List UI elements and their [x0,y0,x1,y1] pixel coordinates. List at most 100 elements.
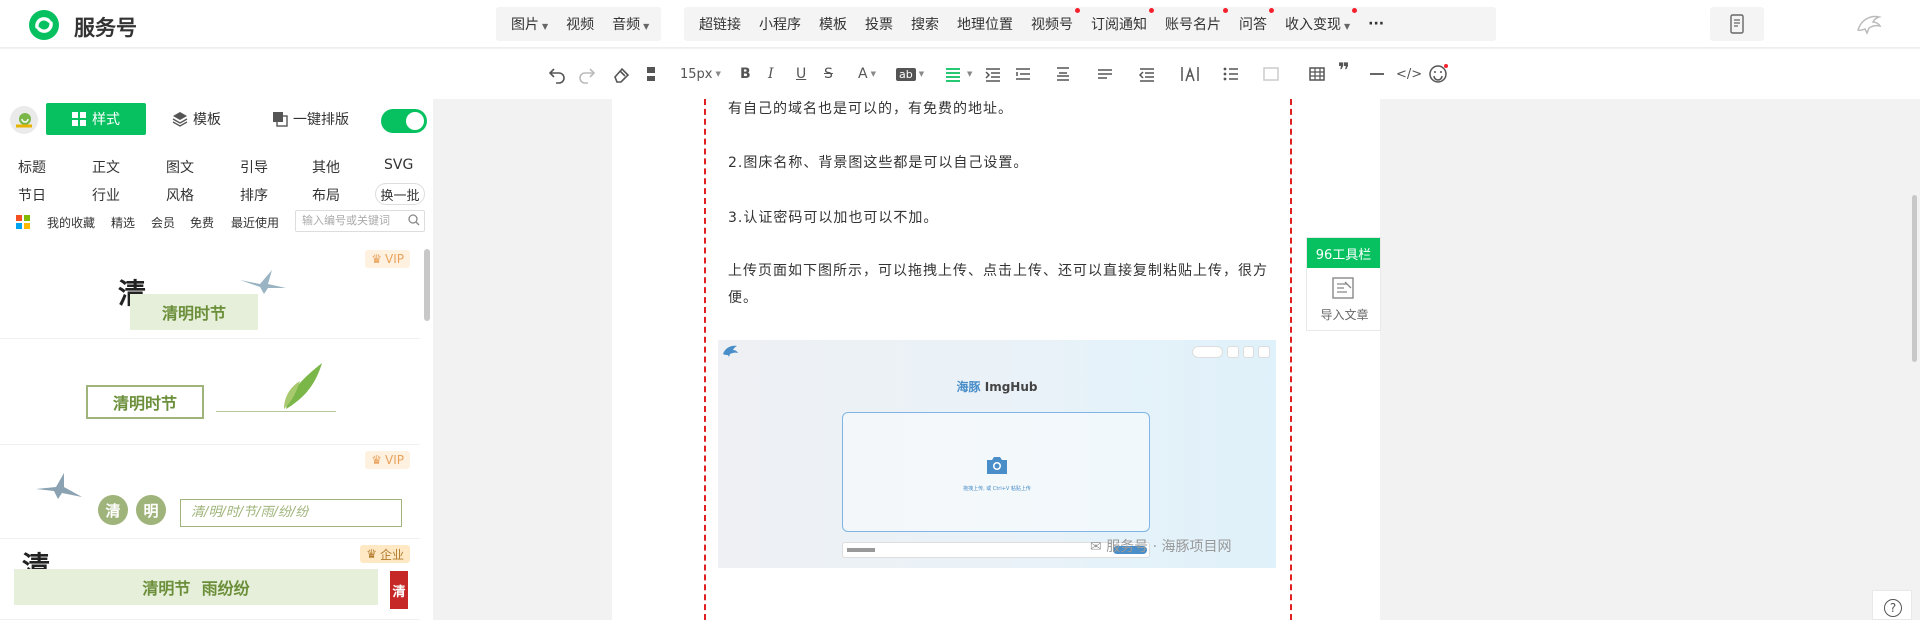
format-painter-icon[interactable] [642,63,660,85]
font-color-icon[interactable]: A ▼ [858,63,876,85]
brand-title: 服务号 [74,16,137,40]
category-industry[interactable]: 行业 [92,185,120,205]
tab-style[interactable]: 样式 [46,103,146,135]
emoji-icon[interactable] [1428,63,1448,85]
align-dropdown[interactable]: ▼ [964,63,972,85]
menu-subscribe-notice[interactable]: 订阅通知 [1082,8,1156,34]
dolphin-logo-icon [723,345,738,357]
template-card[interactable]: ♛ VIP 清 明 清/明/时/节/雨/纷/纷 [0,445,420,539]
align-justify-icon[interactable] [944,63,962,85]
category-style[interactable]: 风格 [166,185,194,205]
menu-search[interactable]: 搜索 [902,14,948,34]
highlight-icon[interactable]: ab ▼ [896,63,924,85]
category-body[interactable]: 正文 [92,157,120,177]
category-svg[interactable]: SVG [384,157,413,173]
notification-dot [1149,8,1154,13]
text-direction-icon[interactable] [1180,63,1200,85]
text-box-icon[interactable] [1262,63,1280,85]
enterprise-badge: ♛ 企业 [360,545,410,563]
category-image-text[interactable]: 图文 [166,157,194,177]
menu-account-card[interactable]: 账号名片 [1156,8,1230,34]
template-line-text: 清/明/时/节/雨/纷/纷 [180,499,402,527]
page-scrollbar[interactable] [1912,195,1917,362]
menu-vote[interactable]: 投票 [856,14,902,34]
menu-audio[interactable]: 音频 ▼ [603,14,658,34]
snail-avatar[interactable] [10,106,38,134]
embedded-screenshot[interactable]: 海豚 ImgHub 拖拽上传, 或 Ctrl+V 粘贴上传 ✉ 服务号 · 海豚… [718,340,1276,568]
chevron-down-icon: ▼ [643,22,650,31]
letter-spacing-icon[interactable] [1096,63,1114,85]
italic-icon[interactable]: I [768,63,774,85]
floating-tool-panel: 96工具栏 导入文章 [1306,237,1381,331]
table-icon[interactable] [1308,63,1326,85]
import-article-button[interactable]: 导入文章 [1307,268,1382,330]
eraser-icon[interactable] [612,63,630,85]
tab-template[interactable]: 模板 [172,103,221,135]
toolbar-96-button[interactable]: 96工具栏 [1307,238,1380,268]
code-icon[interactable]: </> [1396,63,1422,85]
menu-hyperlink[interactable]: 超链接 [690,14,750,34]
underline-icon[interactable]: U [796,63,806,85]
menu-monetize[interactable]: 收入变现 ▼ [1276,8,1359,34]
menu-image[interactable]: 图片 ▼ [502,14,557,34]
line-spacing-icon[interactable] [1054,63,1072,85]
sidebar-scrollbar[interactable] [424,249,430,321]
template-card[interactable]: 清明时节 [0,339,420,445]
menu-template[interactable]: 模板 [810,14,856,34]
category-guide[interactable]: 引导 [240,157,268,177]
wechat-icon: ✉ [1090,539,1107,555]
layout-toggle[interactable] [381,109,427,133]
font-size-select[interactable]: 15px ▼ [680,63,721,85]
vip-badge: ♛ VIP [365,451,410,469]
subtab-free[interactable]: 免费 [190,214,214,231]
subtab-recent[interactable]: 最近使用 [231,214,279,231]
palette-icon[interactable] [16,215,30,229]
subtab-member[interactable]: 会员 [151,214,175,231]
bold-icon[interactable]: B [740,63,751,85]
category-other[interactable]: 其他 [312,157,340,177]
swap-batch-button[interactable]: 换一批 [375,183,425,205]
template-list: ♛VIP 清 清明时节 清明时节 ♛VIP 清 明 清/明/时/节/雨/纷/纷 … [0,244,420,620]
menu-channels[interactable]: 视频号 [1022,8,1082,34]
search-placeholder: 输入编号或关键词 [302,214,390,227]
template-card[interactable]: ♛VIP 清 清明时节 [0,244,420,339]
template-title: 清明节 雨纷纷 [14,569,378,605]
circle-char: 明 [136,495,166,525]
category-title[interactable]: 标题 [18,157,46,177]
copy-icon [273,112,288,127]
help-button[interactable]: ? [1872,590,1912,620]
paragraph-spacing-icon[interactable] [1014,63,1032,85]
notification-dot [1223,8,1228,13]
category-sort[interactable]: 排序 [240,185,268,205]
quote-icon[interactable]: ❞ [1338,58,1350,82]
outdent-icon[interactable] [1138,63,1156,85]
bullet-list-icon[interactable] [1222,63,1240,85]
template-card[interactable]: ♛ 企业 清 清明节 雨纷纷 清 [0,539,420,620]
service-logo-icon [29,10,59,40]
search-icon[interactable] [408,214,420,226]
undo-icon[interactable] [548,63,566,85]
upload-hint: 拖拽上传, 或 Ctrl+V 粘贴上传 [963,486,1031,492]
template-search-input[interactable]: 输入编号或关键词 [295,210,425,232]
redo-icon[interactable] [578,63,596,85]
menu-qa[interactable]: 问答 [1230,8,1276,34]
more-menu-button[interactable]: ··· [1359,16,1393,32]
notification-dot [1075,8,1080,13]
category-festival[interactable]: 节日 [18,185,46,205]
tab-one-click-layout[interactable]: 一键排版 [272,103,349,135]
subtab-featured[interactable]: 精选 [111,214,135,231]
strikethrough-icon[interactable]: S [824,63,833,85]
paragraph[interactable]: 3.认证密码可以加也可以不加。 [728,205,1268,232]
paragraph[interactable]: 2.图床名称、背景图这些都是可以自己设置。 [728,150,1268,177]
paragraph[interactable]: 上传页面如下图所示，可以拖拽上传、点击上传、还可以直接复制粘贴上传，很方便。 [728,258,1268,312]
phone-preview-button[interactable] [1710,7,1764,41]
indent-icon[interactable] [984,63,1002,85]
divider-icon[interactable] [1368,63,1386,85]
category-layout[interactable]: 布局 [312,185,340,205]
paragraph[interactable]: 有自己的域名也是可以的，有免费的地址。 [728,96,1268,123]
menu-mini-program[interactable]: 小程序 [750,14,810,34]
menu-video[interactable]: 视频 [557,14,603,34]
subtab-favorites[interactable]: 我的收藏 [47,214,95,231]
dolphin-icon[interactable] [1855,11,1883,37]
menu-location[interactable]: 地理位置 [948,14,1022,34]
